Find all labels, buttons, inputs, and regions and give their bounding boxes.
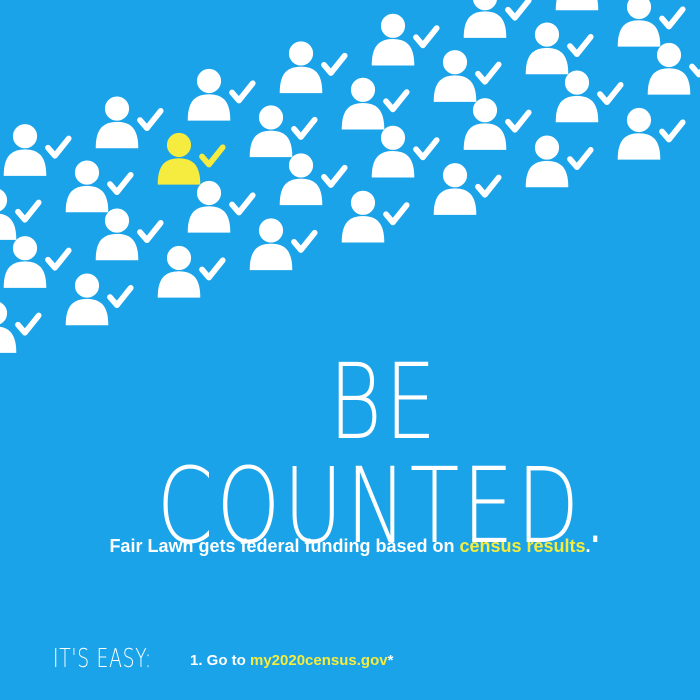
step-one-text: 1. Go to [190, 652, 250, 669]
person-check-icon [526, 23, 590, 74]
step-one: 1. Go to my2020census.gov* [190, 652, 393, 669]
headline: BE COUNTED. [156, 341, 612, 567]
person-check-icon [648, 44, 700, 95]
person-check-icon [188, 182, 252, 233]
person-check-icon [618, 0, 682, 46]
person-check-icon [250, 219, 314, 270]
census-poster: BE COUNTED. Fair Lawn gets federal fundi… [0, 0, 700, 700]
person-check-icon [556, 0, 620, 10]
person-check-icon [280, 42, 344, 93]
funding-message: Fair Lawn gets federal funding based on … [0, 536, 700, 557]
person-check-icon [526, 136, 590, 187]
funding-period: . [585, 536, 591, 556]
person-check-icon [342, 78, 406, 129]
person-check-icon [158, 246, 222, 297]
person-check-icon [0, 189, 39, 240]
person-check-icon [4, 237, 68, 288]
person-check-icon [66, 274, 130, 325]
person-check-icon [0, 302, 39, 353]
person-check-icon [4, 125, 68, 176]
step-one-asterisk: * [387, 652, 394, 669]
person-check-icon [342, 191, 406, 242]
funding-highlight: census results [459, 536, 586, 556]
person-check-icon [372, 14, 436, 65]
census-website-link[interactable]: my2020census.gov [250, 652, 388, 669]
person-check-icon [372, 126, 436, 177]
person-check-icon [250, 106, 314, 157]
person-check-icon [556, 71, 620, 122]
person-check-icon [66, 161, 130, 212]
person-check-icon [434, 164, 498, 215]
person-check-icon [96, 209, 160, 260]
its-easy-label: IT'S EASY: [53, 644, 152, 674]
person-check-icon [618, 109, 682, 160]
person-check-icon [464, 99, 528, 150]
funding-text: Fair Lawn gets federal funding based on [109, 536, 460, 556]
person-check-icon [434, 51, 498, 102]
person-check-icon-yellow [158, 134, 222, 185]
person-check-icon [280, 154, 344, 205]
person-check-icon [188, 70, 252, 121]
person-check-icon [96, 97, 160, 148]
person-check-icon [464, 0, 528, 37]
